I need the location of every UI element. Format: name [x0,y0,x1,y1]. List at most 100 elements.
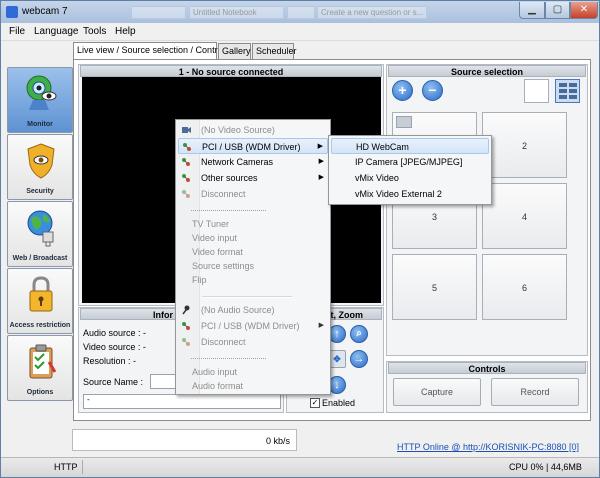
sidebar-item-web-broadcast[interactable]: Web / Broadcast [7,201,73,267]
title-bar[interactable]: webcam 7 Untitled Notebook Create a new … [1,1,599,23]
maximize-icon: ▢ [552,4,563,15]
source-cell[interactable]: 5 [392,254,477,320]
sidebar-item-options[interactable]: Options [7,335,73,401]
application-window: webcam 7 Untitled Notebook Create a new … [0,0,600,478]
plug-icon [182,322,190,330]
menu-item-no-video-source[interactable]: (No Video Source) [178,122,328,138]
menu-item-no-audio-source[interactable]: (No Audio Source) [178,302,328,318]
protocol-status: HTTP [54,462,78,472]
submenu-item-ip-camera[interactable]: IP Camera [JPEG/MJPEG] [331,154,489,170]
controls-header: Controls [388,362,586,374]
window-title: webcam 7 [22,6,68,17]
shield-icon [27,143,55,179]
globe-icon [27,210,54,247]
menu-item-disconnect-video[interactable]: Disconnect [178,186,328,202]
plug-icon [183,143,191,151]
source-cell[interactable]: 6 [482,254,567,320]
arrow-down-icon: ↓ [334,379,340,391]
audio-source-label: Audio source : - [83,328,147,338]
menu-item-flip[interactable]: Flip [178,272,328,288]
submenu-item-vmix-video-external-2[interactable]: vMix Video External 2 [331,186,489,202]
capture-button[interactable]: Capture [393,378,481,406]
sidebar-item-label: Security [26,188,54,195]
source-context-menu: (No Video Source) PCI / USB (WDM Driver)… [175,119,331,395]
tab-gallery[interactable]: Gallery [218,43,251,59]
background-tab: Untitled Notebook [189,6,284,19]
plug-icon [182,190,190,198]
menu-separator [202,296,292,298]
grid-icon [559,83,577,99]
grid-view-button[interactable] [555,79,580,103]
submenu-item-hd-webcam[interactable]: HD WebCam [331,138,489,154]
center-icon: ✥ [333,354,341,364]
remove-source-button[interactable]: − [422,80,443,101]
resolution-label: Resolution : - [83,356,137,366]
tab-live-view[interactable]: Live view / Source selection / Controls [73,42,229,59]
pci-usb-submenu: HD WebCam IP Camera [JPEG/MJPEG] vMix Vi… [328,135,492,205]
cell-label: 2 [521,141,527,151]
maximize-button[interactable]: ▢ [545,2,570,19]
menu-language[interactable]: Language [34,26,79,37]
menu-item-pci-usb-video[interactable]: PCI / USB (WDM Driver) ▶ [178,138,328,154]
menu-item-label: (No Video Source) [201,125,275,135]
menu-tools[interactable]: Tools [83,26,106,37]
status-divider [82,460,83,474]
sidebar-item-label: Monitor [27,121,53,128]
minimize-button[interactable]: ▁ [519,2,545,19]
monitor-camera-icon [26,75,57,110]
menu-item-label: Disconnect [201,337,246,347]
submenu-item-vmix-video[interactable]: vMix Video [331,170,489,186]
enabled-label: Enabled [322,398,356,408]
close-button[interactable]: ✕ [570,2,598,19]
microphone-icon [182,305,190,315]
bandwidth-value: 0 kb/s [265,436,290,446]
checkmark-icon: ✓ [311,398,319,407]
zoom-in-button[interactable]: ⌕ [350,325,368,343]
padlock-icon [29,276,53,312]
single-view-button[interactable] [524,79,549,103]
menu-item-audio-format[interactable]: Audio format [178,378,328,394]
source-cell[interactable]: 2 [482,112,567,178]
cell-label: 6 [521,283,527,293]
source-cell[interactable]: 4 [482,183,567,249]
app-icon [6,6,18,18]
cell-label: 3 [431,212,437,222]
menu-item-label: Network Cameras [201,157,274,167]
menu-help[interactable]: Help [115,26,136,37]
tab-scheduler[interactable]: Scheduler [252,43,297,59]
menu-item-disconnect-audio[interactable]: Disconnect [178,334,328,350]
plus-icon: + [398,82,407,98]
minus-icon: − [428,82,437,98]
sidebar-item-security[interactable]: Security [7,134,73,200]
enabled-checkbox[interactable]: ✓ [310,398,320,408]
menu-item-network-cameras[interactable]: Network Cameras ▶ [178,154,328,170]
status-bar: HTTP CPU 0% | 44,6MB [1,457,599,477]
video-source-label: Video source : - [83,342,146,352]
http-status-link[interactable]: HTTP Online @ http://KORISNIK-PC:8080 [0… [397,442,579,452]
sidebar-item-label: Web / Broadcast [12,255,68,262]
submenu-arrow-icon: ▶ [318,322,324,329]
minimize-icon: ▁ [528,4,536,15]
menu-item-other-sources[interactable]: Other sources ▶ [178,170,328,186]
pan-right-button[interactable]: → [350,350,368,368]
arrow-up-icon: ↑ [334,328,340,340]
add-source-button[interactable]: + [392,80,413,101]
sidebar-item-label: Options [26,389,54,396]
sidebar-item-access-restriction[interactable]: Access restriction [7,268,73,334]
description-field[interactable]: - [83,394,281,409]
submenu-arrow-icon: ▶ [317,143,323,150]
menu-item-label: Disconnect [201,189,246,199]
source-name-label: Source Name : [83,377,144,387]
sidebar-item-monitor[interactable]: Monitor [7,67,73,133]
magnifier-icon: ⌕ [356,328,362,339]
source-selection-header: Source selection [388,65,586,77]
menu-bar: File Language Tools Help [1,23,599,41]
menu-item-label: (No Audio Source) [201,305,275,315]
menu-file[interactable]: File [9,26,25,37]
video-panel-header: 1 - No source connected [80,65,382,77]
bandwidth-box: 0 kb/s [72,429,297,451]
menu-separator [191,358,266,359]
menu-item-label: PCI / USB (WDM Driver) [202,142,301,152]
menu-item-pci-usb-audio[interactable]: PCI / USB (WDM Driver) ▶ [178,318,328,334]
record-button[interactable]: Record [491,378,579,406]
